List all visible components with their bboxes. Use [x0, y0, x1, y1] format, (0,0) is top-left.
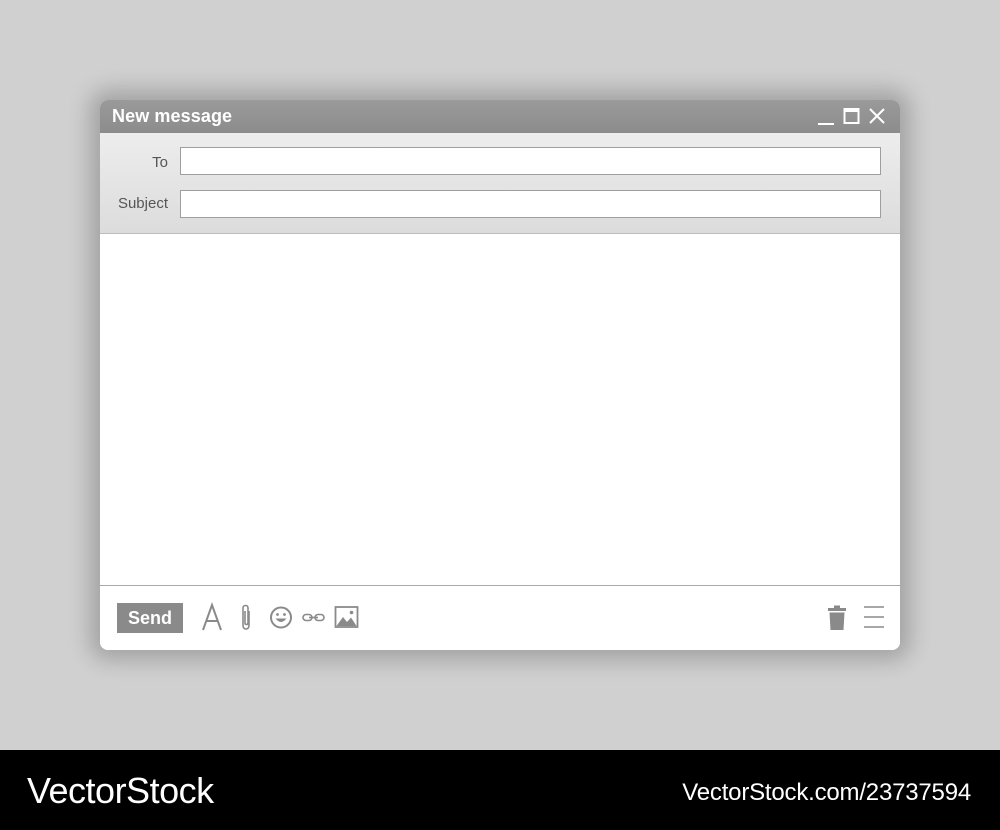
menu-icon: [864, 606, 884, 628]
image-icon: [334, 606, 359, 628]
attach-button[interactable]: [237, 602, 255, 632]
to-field[interactable]: [180, 147, 881, 175]
link-icon: [302, 613, 325, 622]
minimize-button[interactable]: [816, 100, 838, 133]
subject-field[interactable]: [180, 190, 881, 218]
message-header: To Subject: [100, 133, 900, 234]
insert-image-button[interactable]: [334, 602, 360, 632]
close-button[interactable]: [867, 100, 889, 133]
smiley-icon: [270, 606, 292, 629]
link-button[interactable]: [302, 602, 326, 632]
title-bar: New message: [100, 100, 900, 133]
watermark-bar: VectorStock VectorStock.com/23737594: [0, 750, 1000, 830]
vectorstock-logo: VectorStock: [27, 770, 214, 811]
image-reference: VectorStock.com/23737594: [682, 779, 971, 806]
send-button[interactable]: Send: [117, 603, 183, 633]
close-icon: [869, 108, 885, 124]
emoji-button[interactable]: [268, 602, 294, 632]
more-options-button[interactable]: [863, 602, 885, 632]
font-icon: [202, 602, 222, 631]
window-title: New message: [112, 106, 233, 126]
to-label: To: [152, 154, 168, 171]
subject-label: Subject: [117, 195, 168, 212]
compose-window: New message To Subject Send: [100, 100, 900, 650]
message-body[interactable]: [100, 234, 900, 585]
compose-toolbar: Send: [100, 585, 900, 650]
maximize-icon: [843, 108, 860, 124]
font-button[interactable]: [201, 602, 223, 632]
maximize-button[interactable]: [842, 100, 864, 133]
paperclip-icon: [242, 604, 250, 630]
trash-icon: [828, 605, 846, 630]
minimize-icon: [818, 123, 834, 125]
discard-button[interactable]: [826, 602, 848, 632]
